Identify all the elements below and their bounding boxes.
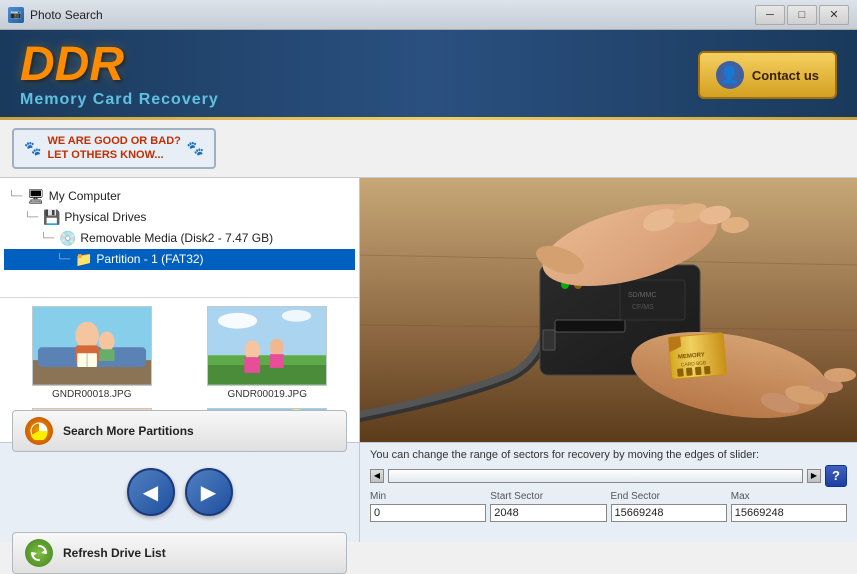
close-button[interactable]: ✕ [819, 5, 849, 25]
svg-text:CF/MS: CF/MS [632, 304, 654, 311]
fields-row: Min Start Sector End Sector Max [370, 491, 847, 522]
titlebar: 📷 Photo Search ─ □ ✕ [0, 0, 857, 30]
main-content: └─ 🖥 My Computer └─ 💾 Physical Drives └─… [0, 177, 857, 542]
maximize-button[interactable]: □ [787, 5, 817, 25]
slider-left-arrow[interactable]: ◀ [370, 469, 384, 483]
tree-connector: └─ [8, 191, 25, 202]
titlebar-controls: ─ □ ✕ [755, 5, 849, 25]
right-panel: SD/MMC CF/MS [360, 178, 857, 542]
start-sector-input[interactable] [490, 504, 606, 522]
thumbnail-item-1[interactable]: GNDR00018.JPG [8, 306, 176, 400]
thumb-img-2 [207, 306, 327, 386]
removable-media-icon: 💿 [59, 230, 76, 247]
min-input[interactable] [370, 504, 486, 522]
end-sector-input[interactable] [611, 504, 727, 522]
end-sector-group: End Sector [611, 491, 727, 522]
banner-text: WE ARE GOOD OR BAD? LET OTHERS KNOW... [47, 134, 180, 163]
thumb-svg-2 [208, 306, 326, 385]
banner-line1: WE ARE GOOD OR BAD? [47, 134, 180, 148]
bottom-panel: You can change the range of sectors for … [360, 442, 857, 542]
help-button[interactable]: ? [825, 465, 847, 487]
max-input[interactable] [731, 504, 847, 522]
computer-icon: 🖥 [27, 188, 45, 205]
thumbnail-item-2[interactable]: GNDR00019.JPG [184, 306, 352, 400]
thumb-svg-1 [33, 306, 151, 385]
banner-icon: 🐾 [24, 140, 41, 157]
slider-track[interactable] [388, 469, 803, 483]
banner-icon-right: 🐾 [187, 140, 204, 157]
refresh-drive-button[interactable]: Refresh Drive List [12, 532, 347, 574]
contact-button[interactable]: 👤 Contact us [698, 51, 837, 99]
refresh-drive-icon [25, 539, 53, 567]
left-panel: └─ 🖥 My Computer └─ 💾 Physical Drives └─… [0, 178, 360, 542]
app-icon: 📷 [8, 7, 24, 23]
contact-label: Contact us [752, 68, 819, 83]
tree-label-partition: Partition - 1 (FAT32) [96, 252, 203, 266]
preview-svg: SD/MMC CF/MS [360, 178, 857, 442]
tree-connector-1: └─ [24, 212, 41, 223]
contact-icon: 👤 [716, 61, 744, 89]
logo-ddr: DDR [20, 41, 219, 89]
thumb-label-2: GNDR00019.JPG [228, 389, 307, 400]
search-partitions-button[interactable]: Search More Partitions [12, 410, 347, 452]
start-sector-label: Start Sector [490, 491, 606, 502]
tree-connector-2: └─ [40, 233, 57, 244]
max-label: Max [731, 491, 847, 502]
tree-label-removable: Removable Media (Disk2 - 7.47 GB) [80, 231, 273, 245]
logo-subtitle: Memory Card Recovery [20, 91, 219, 109]
slider-right-arrow[interactable]: ▶ [807, 469, 821, 483]
svg-text:SD/MMC: SD/MMC [628, 292, 656, 299]
search-partitions-icon [25, 417, 53, 445]
tree-connector-3: └─ [56, 254, 73, 265]
bottom-buttons: Search More Partitions ◀ ▶ Refresh Drive… [0, 442, 359, 542]
refresh-drive-label: Refresh Drive List [63, 546, 166, 560]
search-partitions-label: Search More Partitions [63, 424, 194, 438]
tree-label-physical: Physical Drives [64, 210, 146, 224]
tree-item-removable[interactable]: └─ 💿 Removable Media (Disk2 - 7.47 GB) [4, 228, 355, 249]
min-field-group: Min [370, 491, 486, 522]
titlebar-title: Photo Search [30, 8, 103, 22]
nav-arrows: ◀ ▶ [12, 460, 347, 524]
tree-label-computer: My Computer [49, 189, 121, 203]
min-label: Min [370, 491, 486, 502]
max-field-group: Max [731, 491, 847, 522]
end-sector-label: End Sector [611, 491, 727, 502]
slider-row: ◀ ▶ ? [370, 465, 847, 487]
tree-item-partition[interactable]: └─ 📁 Partition - 1 (FAT32) [4, 249, 355, 270]
next-button[interactable]: ▶ [185, 468, 233, 516]
banner-line2: LET OTHERS KNOW... [47, 148, 180, 162]
tree-item-physical[interactable]: └─ 💾 Physical Drives [4, 207, 355, 228]
banner[interactable]: 🐾 WE ARE GOOD OR BAD? LET OTHERS KNOW...… [12, 128, 216, 169]
start-sector-group: Start Sector [490, 491, 606, 522]
physical-drives-icon: 💾 [43, 209, 60, 226]
prev-button[interactable]: ◀ [127, 468, 175, 516]
titlebar-left: 📷 Photo Search [8, 7, 103, 23]
pie-chart-icon [30, 422, 48, 440]
help-label: ? [832, 468, 840, 483]
preview-image: SD/MMC CF/MS [360, 178, 857, 442]
slider-info: You can change the range of sectors for … [370, 449, 847, 461]
header-logo: DDR Memory Card Recovery [20, 41, 219, 109]
partition-icon: 📁 [75, 251, 92, 268]
refresh-icon [30, 544, 48, 562]
thumb-img-1 [32, 306, 152, 386]
header: DDR Memory Card Recovery 👤 Contact us [0, 30, 857, 120]
tree-view: └─ 🖥 My Computer └─ 💾 Physical Drives └─… [0, 178, 359, 298]
minimize-button[interactable]: ─ [755, 5, 785, 25]
thumb-label-1: GNDR00018.JPG [52, 389, 131, 400]
tree-item-computer[interactable]: └─ 🖥 My Computer [4, 186, 355, 207]
